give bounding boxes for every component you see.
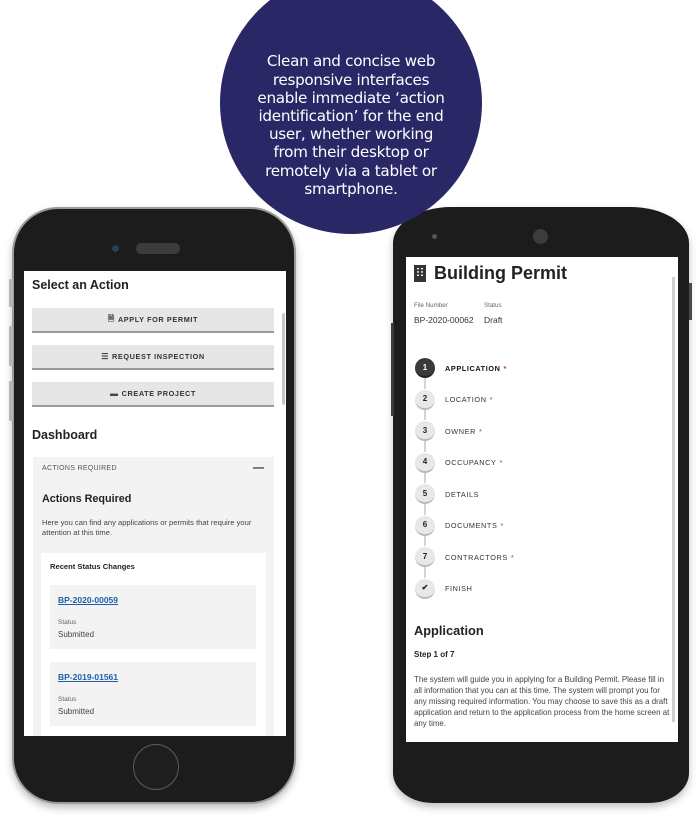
step-label: OCCUPANCY * xyxy=(445,458,503,467)
actions-required-description: Here you can find any applications or pe… xyxy=(42,518,252,538)
list-item: BP-2020-00059 Status Submitted xyxy=(50,585,256,649)
file-number-link[interactable]: BP-2020-00059 xyxy=(58,595,118,605)
step-finish[interactable]: ✔ FINISH xyxy=(415,578,473,600)
checklist-icon: ☰ xyxy=(101,352,110,361)
step-occupancy[interactable]: 4 OCCUPANCY * xyxy=(415,452,503,474)
create-project-button[interactable]: ▬ CREATE PROJECT xyxy=(32,382,274,407)
status-label: Status xyxy=(58,696,77,703)
step-number: 3 xyxy=(415,421,435,441)
file-number-label: File Number xyxy=(414,302,448,309)
left-phone: Select an Action 🗎 APPLY FOR PERMIT ☰ RE… xyxy=(9,207,296,804)
step-label-text: DOCUMENTS xyxy=(445,521,498,530)
step-label: LOCATION * xyxy=(445,395,493,404)
required-marker: * xyxy=(499,458,503,467)
front-camera xyxy=(533,229,548,244)
callout-bubble: Clean and concise web responsive interfa… xyxy=(220,0,482,234)
step-owner[interactable]: 3 OWNER * xyxy=(415,420,482,442)
step-label-text: APPLICATION xyxy=(445,363,501,373)
front-camera xyxy=(112,245,119,252)
recent-status-title: Recent Status Changes xyxy=(50,562,135,571)
step-label: APPLICATION * xyxy=(445,364,507,373)
step-details[interactable]: 5 DETAILS xyxy=(415,483,479,505)
select-action-title: Select an Action xyxy=(32,278,129,292)
step-label: OWNER * xyxy=(445,427,482,436)
mute-switch xyxy=(9,279,13,307)
step-label-text: DETAILS xyxy=(445,489,480,499)
file-number-value: BP-2020-00062 xyxy=(414,315,474,325)
volume-button xyxy=(391,323,394,416)
file-number-link[interactable]: BP-2019-01561 xyxy=(58,672,118,682)
status-label: Status xyxy=(58,619,77,626)
step-number: 6 xyxy=(415,515,435,536)
create-project-label: CREATE PROJECT xyxy=(121,389,196,398)
building-icon xyxy=(414,265,426,282)
step-label-text: OWNER xyxy=(445,426,476,436)
step-indicator: Step 1 of 7 xyxy=(414,650,455,659)
step-number: 1 xyxy=(415,358,435,378)
step-number: 5 xyxy=(415,484,435,504)
list-item: BP-2019-01561 Status Submitted xyxy=(50,662,256,726)
required-marker: * xyxy=(478,426,483,436)
step-label: DETAILS xyxy=(445,490,479,499)
scrollbar[interactable] xyxy=(672,277,675,722)
home-button xyxy=(133,744,179,790)
required-marker: * xyxy=(500,521,504,530)
apply-for-permit-button[interactable]: 🗎 APPLY FOR PERMIT xyxy=(32,308,274,333)
actions-required-panel: ACTIONS REQUIRED — Actions Required Here… xyxy=(33,457,274,736)
volume-down-button xyxy=(9,381,13,421)
actions-required-header[interactable]: ACTIONS REQUIRED xyxy=(42,465,117,472)
step-number: 2 xyxy=(415,389,435,410)
step-label: CONTRACTORS * xyxy=(445,553,514,562)
status-value: Submitted xyxy=(58,707,95,716)
folder-icon: ▬ xyxy=(110,389,119,398)
status-value: Submitted xyxy=(58,630,95,639)
step-label: FINISH xyxy=(445,584,473,593)
callout-text: Clean and concise web responsive interfa… xyxy=(257,52,445,198)
dashboard-title: Dashboard xyxy=(32,428,98,442)
step-label-text: LOCATION xyxy=(445,395,487,404)
right-phone-screen: Building Permit File Number Status BP-20… xyxy=(406,257,678,742)
status-value: Draft xyxy=(484,315,503,325)
step-number: 7 xyxy=(415,547,435,567)
section-title: Application xyxy=(414,623,484,638)
left-phone-screen: Select an Action 🗎 APPLY FOR PERMIT ☰ RE… xyxy=(24,271,286,736)
status-label: Status xyxy=(484,302,502,309)
step-location[interactable]: 2 LOCATION * xyxy=(415,389,493,411)
collapse-icon[interactable]: — xyxy=(253,462,264,474)
step-label-text: FINISH xyxy=(445,584,473,593)
earpiece-speaker xyxy=(136,243,180,254)
recent-status-changes: Recent Status Changes BP-2020-00059 Stat… xyxy=(41,553,266,736)
step-application[interactable]: 1 APPLICATION * xyxy=(415,357,507,379)
page-title-text: Building Permit xyxy=(434,263,568,283)
volume-up-button xyxy=(9,326,13,366)
proximity-sensor xyxy=(432,234,437,239)
scrollbar[interactable] xyxy=(282,313,285,405)
section-description: The system will guide you in applying fo… xyxy=(414,675,670,728)
checkmark-icon: ✔ xyxy=(415,578,435,599)
request-inspection-label: REQUEST INSPECTION xyxy=(112,352,205,361)
step-documents[interactable]: 6 DOCUMENTS * xyxy=(415,515,504,537)
request-inspection-button[interactable]: ☰ REQUEST INSPECTION xyxy=(32,345,274,370)
step-contractors[interactable]: 7 CONTRACTORS * xyxy=(415,546,514,568)
required-marker: * xyxy=(503,363,507,373)
step-number: 4 xyxy=(415,452,435,473)
apply-for-permit-label: APPLY FOR PERMIT xyxy=(117,315,199,324)
step-label-text: CONTRACTORS xyxy=(445,552,508,562)
power-button xyxy=(689,283,692,320)
step-label: DOCUMENTS * xyxy=(445,521,504,530)
right-phone: Building Permit File Number Status BP-20… xyxy=(391,207,692,803)
step-label-text: OCCUPANCY xyxy=(445,458,497,467)
required-marker: * xyxy=(510,552,515,562)
actions-required-title: Actions Required xyxy=(42,493,132,505)
required-marker: * xyxy=(489,395,494,404)
page-title: Building Permit xyxy=(414,263,567,284)
document-icon: 🗎 xyxy=(107,313,115,323)
